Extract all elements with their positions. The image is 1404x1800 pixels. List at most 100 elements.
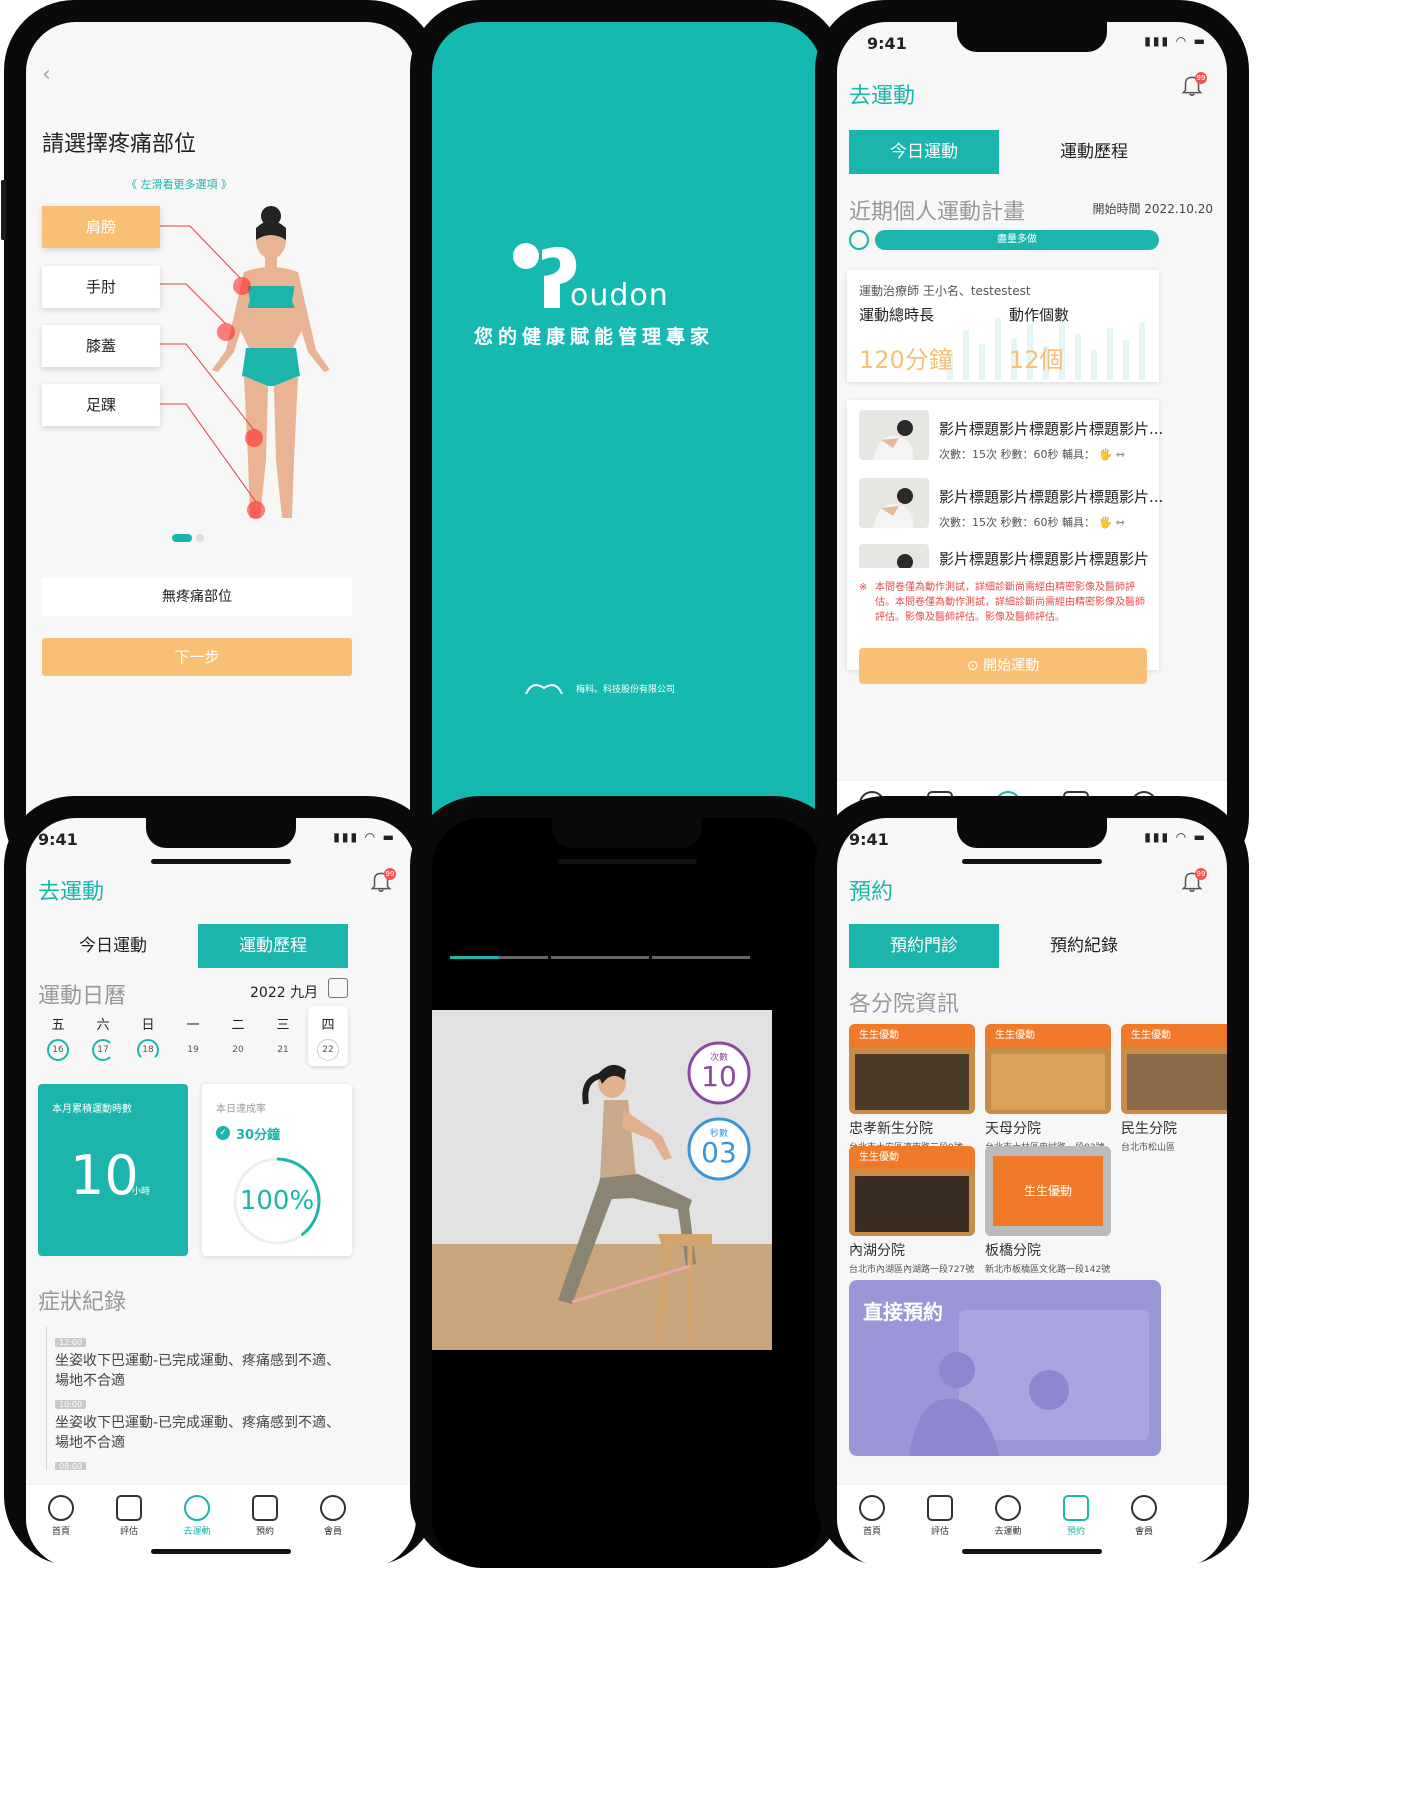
- page-title: 去運動: [849, 84, 916, 109]
- notification-bell-icon[interactable]: 99: [1179, 72, 1207, 100]
- tab-booking-record[interactable]: 預約紀錄: [1009, 924, 1159, 968]
- calendar-title: 運動日曆: [38, 984, 127, 1009]
- nav-member[interactable]: 會員: [294, 1495, 372, 1537]
- notification-bell-icon[interactable]: 99: [368, 868, 396, 896]
- total-label: 運動總時長: [859, 306, 935, 324]
- nav-home[interactable]: 首頁: [26, 1495, 100, 1537]
- home-indicator: [151, 859, 291, 864]
- play-icon: ⊙: [966, 658, 984, 674]
- company-name: 梅科。科技股份有限公司: [576, 685, 676, 695]
- nav-exercise[interactable]: 去運動: [969, 1495, 1047, 1537]
- daily-rate-card: 本日達成率 ✓ 30分鐘 100%: [202, 1084, 352, 1256]
- plan-progress-bar: 盡量多做: [875, 230, 1159, 250]
- branch-photo: 生生優動: [985, 1024, 1111, 1114]
- video-item[interactable]: 影片標題影片標題影片標題影片... 次數：15次 秒數：60秒 輔具： 🖐 ⇿: [859, 404, 1163, 468]
- calendar-icon: [252, 1495, 278, 1521]
- nav-booking[interactable]: 預約: [1037, 1495, 1115, 1537]
- notification-bell-icon[interactable]: 99: [1179, 868, 1207, 896]
- tab-today[interactable]: 今日運動: [38, 924, 188, 968]
- symptom-timeline: 12:00 坐姿收下巴運動-已完成運動、疼痛感到不適、場地不合適 10:00 坐…: [46, 1326, 346, 1470]
- month-label: 2022 九月: [250, 985, 319, 1001]
- phone-booking: 9:41 ▮▮▮ ◠ ▬ 預約 99 預約門診 預約紀錄 各分院資訊 生生優動 忠…: [815, 796, 1249, 1568]
- exercise-tabs: 今日運動 運動歷程: [38, 924, 374, 968]
- part-elbow-button[interactable]: 手肘: [42, 266, 160, 308]
- weekday-col[interactable]: 一 19: [173, 1014, 213, 1061]
- home-icon: [859, 1495, 885, 1521]
- month-hours-label: 本月累積運動時數: [52, 1104, 132, 1115]
- weekday-col-today[interactable]: 四 22: [308, 1006, 348, 1066]
- nav-eval[interactable]: 評估: [90, 1495, 168, 1537]
- secs-value: 03: [701, 1136, 737, 1169]
- part-shoulder-button[interactable]: 肩膀: [42, 206, 160, 248]
- no-pain-button[interactable]: 無疼痛部位: [42, 578, 352, 616]
- branch-card[interactable]: 生生優動 內湖分院 台北市內湖區內湖路一段727號: [849, 1146, 975, 1275]
- nav-eval[interactable]: 評估: [901, 1495, 979, 1537]
- clock-icon: [849, 230, 869, 250]
- tab-clinic-booking[interactable]: 預約門診: [849, 924, 999, 968]
- branch-card[interactable]: 生生優動 板橋分院 新北市板橋區文化路一段142號: [985, 1146, 1111, 1275]
- record-text: 坐姿收下巴運動-已完成運動、疼痛感到不適、場地不合適: [55, 1353, 341, 1389]
- branch-card[interactable]: 生生優動 忠孝新生分院 台北市大安區濟南路三段9號: [849, 1024, 975, 1153]
- part-ankle-button[interactable]: 足踝: [42, 384, 160, 426]
- next-button[interactable]: 下一步: [42, 638, 352, 676]
- record-item[interactable]: 10:00 坐姿收下巴運動-已完成運動、疼痛感到不適、場地不合適: [55, 1392, 345, 1453]
- calendar-icon[interactable]: [328, 978, 348, 998]
- weekday-col[interactable]: 日 18: [128, 1014, 168, 1061]
- phone-exercise-history: 9:41 ▮▮▮ ◠ ▬ 去運動 99 今日運動 運動歷程 運動日曆 2022 九…: [4, 796, 438, 1568]
- check-icon: ✓: [216, 1126, 230, 1140]
- tab-today[interactable]: 今日運動: [849, 130, 999, 174]
- phone-splash: oudon 您的健康賦能管理專家 梅科。科技股份有限公司: [410, 0, 844, 886]
- phone-today-exercise: 9:41 ▮▮▮ ◠ ▬ 去運動 99 今日運動 運動歷程 近期個人運動計畫 開始…: [815, 0, 1249, 886]
- booking-screen: 9:41 ▮▮▮ ◠ ▬ 預約 99 預約門診 預約紀錄 各分院資訊 生生優動 忠…: [837, 818, 1227, 1568]
- nav-exercise[interactable]: 去運動: [158, 1495, 236, 1537]
- running-icon: [184, 1495, 210, 1521]
- video-thumbnail: [859, 478, 929, 528]
- weekday-col[interactable]: 三 21: [263, 1014, 303, 1061]
- part-knee-button[interactable]: 膝蓋: [42, 325, 160, 367]
- video-thumbnail: [859, 544, 929, 568]
- record-item[interactable]: 12:00 坐姿收下巴運動-已完成運動、疼痛感到不適、場地不合適: [55, 1330, 345, 1391]
- video-title: 影片標題影片標題影片標題影片...: [939, 550, 1149, 568]
- nav-member[interactable]: 會員: [1105, 1495, 1183, 1537]
- equipment-icon: 🖐 ⇿: [1098, 448, 1125, 461]
- bottom-nav: 首頁 評估 去運動 預約 會員: [837, 1484, 1227, 1568]
- branch-card[interactable]: 生生優動 民生分院 台北市松山區: [1121, 1024, 1227, 1153]
- direct-booking-title: 直接預約: [863, 1300, 943, 1324]
- brand-name: oudon: [570, 278, 669, 313]
- record-text: 坐姿收下巴運動-已完成運動、疼痛感到不適、場地不合適: [55, 1415, 341, 1451]
- video-meta: 次數：15次 秒數：60秒 輔具： 🖐 ⇿: [939, 516, 1125, 529]
- nav-booking[interactable]: 預約: [226, 1495, 304, 1537]
- weekday-col[interactable]: 六 17: [83, 1014, 123, 1061]
- exercise-figure: [558, 1064, 712, 1340]
- page-indicator: [172, 534, 192, 542]
- record-item[interactable]: 08:00: [55, 1454, 345, 1470]
- video-item[interactable]: 影片標題影片標題影片標題影片... 次數：15次 秒數：60秒 輔具： 🖐 ⇿: [859, 472, 1163, 536]
- video-item[interactable]: 影片標題影片標題影片標題影片...: [859, 538, 1149, 568]
- symptom-title: 症狀紀錄: [38, 1290, 127, 1315]
- exercise-video[interactable]: 次數 10 秒數 03: [432, 1010, 772, 1350]
- video-player-screen: 次數 10 秒數 03: [432, 818, 822, 1568]
- tab-history[interactable]: 運動歷程: [198, 924, 348, 968]
- slogan: 您的健康賦能管理專家: [474, 326, 715, 348]
- daily-rate-label: 本日達成率: [216, 1104, 266, 1115]
- branch-card[interactable]: 生生優動 天母分院 台北市士林區忠誠路一段83號: [985, 1024, 1111, 1153]
- bottom-nav: 首頁 評估 去運動 預約 會員: [26, 1484, 416, 1568]
- user-icon: [320, 1495, 346, 1521]
- record-time: 10:00: [55, 1400, 87, 1409]
- calendar-icon: [1063, 1495, 1089, 1521]
- home-indicator: [151, 1549, 291, 1554]
- video-title: 影片標題影片標題影片標題影片...: [939, 420, 1164, 438]
- exercise-history-screen: 9:41 ▮▮▮ ◠ ▬ 去運動 99 今日運動 運動歷程 運動日曆 2022 九…: [26, 818, 416, 1568]
- weekday-col[interactable]: 二 20: [218, 1014, 258, 1061]
- nav-home[interactable]: 首頁: [837, 1495, 911, 1537]
- month-hours-value: 10: [70, 1144, 139, 1207]
- start-exercise-button[interactable]: ⊙ 開始運動: [859, 648, 1147, 684]
- tab-history[interactable]: 運動歷程: [1009, 130, 1179, 174]
- home-indicator: [962, 859, 1102, 864]
- weekday-col[interactable]: 五 16: [38, 1014, 78, 1061]
- record-time: 08:00: [55, 1462, 87, 1470]
- daily-rate-value: 100%: [239, 1186, 315, 1216]
- direct-booking-banner[interactable]: 直接預約: [849, 1280, 1161, 1456]
- today-exercise-screen: 9:41 ▮▮▮ ◠ ▬ 去運動 99 今日運動 運動歷程 近期個人運動計畫 開始…: [837, 22, 1227, 864]
- branch-photo: 生生優動: [985, 1146, 1111, 1236]
